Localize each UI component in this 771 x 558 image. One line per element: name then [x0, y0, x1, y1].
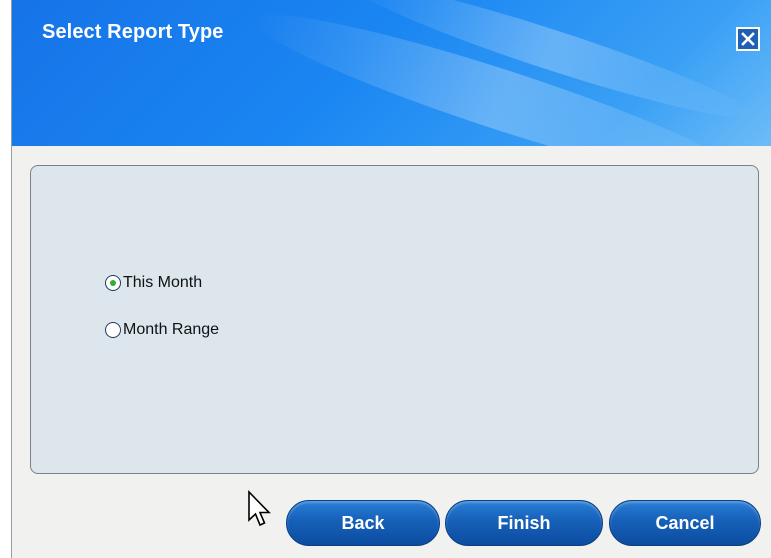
back-button[interactable]: Back	[286, 500, 440, 546]
finish-button[interactable]: Finish	[445, 500, 603, 546]
radio-label: Month Range	[123, 321, 220, 338]
radio-this-month[interactable]: This Month	[105, 274, 202, 292]
dialog-title: Select Report Type	[42, 21, 224, 43]
radio-button[interactable]	[105, 275, 121, 291]
close-icon	[741, 32, 755, 46]
radio-month-range[interactable]: Month Range	[105, 321, 219, 339]
radio-label: This Month	[123, 274, 203, 291]
radio-button[interactable]	[105, 322, 121, 338]
cancel-button[interactable]: Cancel	[609, 500, 761, 546]
dialog-header: Select Report Type	[12, 0, 771, 146]
report-type-panel: This Month Month Range	[30, 165, 759, 474]
radio-selected-dot	[110, 280, 116, 286]
mouse-pointer-icon	[248, 490, 271, 527]
report-type-dialog: Select Report Type This Month Month Rang…	[11, 0, 771, 558]
close-button[interactable]	[736, 27, 760, 51]
